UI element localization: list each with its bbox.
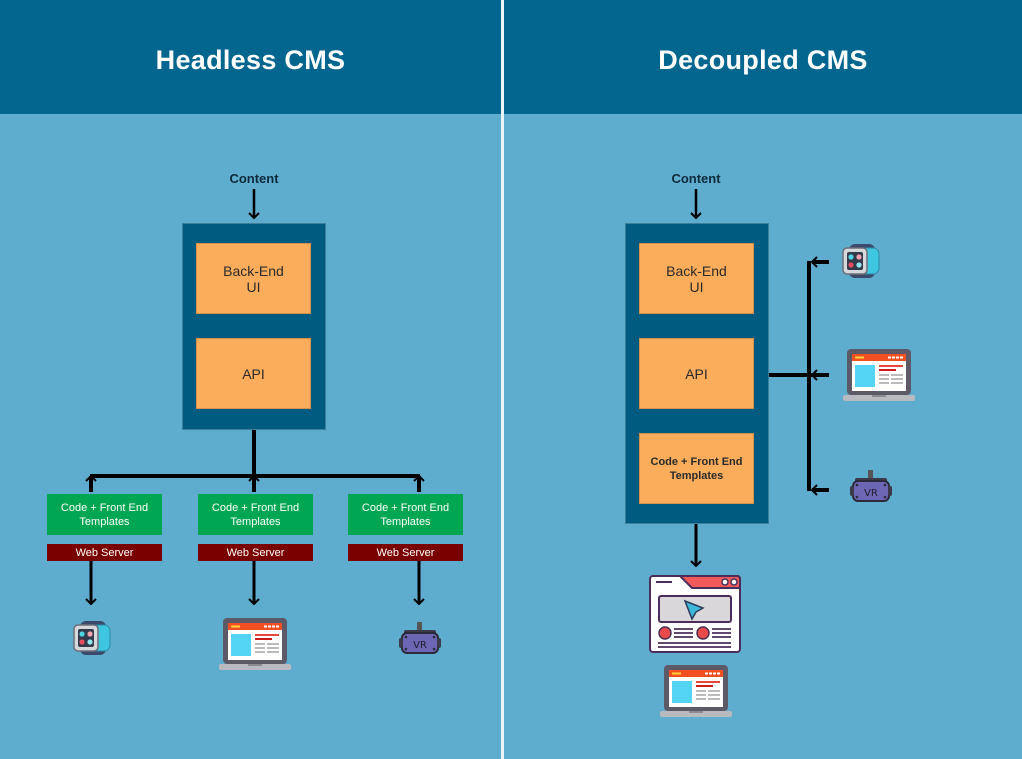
smartwatch-icon <box>842 244 880 278</box>
headless-api-label: API <box>242 365 265 382</box>
code-box-line1: Code + Front End <box>211 501 300 514</box>
decoupled-backend-line2: UI <box>689 278 704 295</box>
code-box-line1: Code + Front End <box>361 501 450 514</box>
headless-backend-ui-box: Back-End UI <box>196 243 311 314</box>
headless-web-server-1: Web Server <box>47 544 162 561</box>
code-box-line1: Code + Front End <box>60 501 149 514</box>
code-box-line2: Templates <box>380 515 431 528</box>
decoupled-templates-box: Code + Front End Templates <box>639 433 754 504</box>
decoupled-api-box: API <box>639 338 754 409</box>
headless-web-server-2: Web Server <box>198 544 313 561</box>
headless-content-label: Content <box>229 171 279 186</box>
vr-label: VR <box>413 640 427 651</box>
headless-backend-line2: UI <box>246 278 261 295</box>
decoupled-backend-line1: Back-End <box>666 262 727 279</box>
code-box-line2: Templates <box>79 515 130 528</box>
headless-code-box-2: Code + Front End Templates <box>198 494 313 535</box>
headless-backend-line1: Back-End <box>223 262 284 279</box>
smartwatch-icon <box>73 621 111 655</box>
decoupled-backend-ui-box: Back-End UI <box>639 243 754 314</box>
code-box-line2: Templates <box>230 515 281 528</box>
web-page-icon <box>649 575 741 653</box>
laptop-icon <box>660 665 732 717</box>
decoupled-templates-line2: Templates <box>669 469 724 482</box>
laptop-icon <box>219 618 291 670</box>
headless-code-box-1: Code + Front End Templates <box>47 494 162 535</box>
decoupled-api-label: API <box>685 365 708 382</box>
laptop-icon <box>843 349 915 401</box>
headless-code-box-3: Code + Front End Templates <box>348 494 463 535</box>
vr-headset-icon: VR <box>850 470 892 502</box>
decoupled-templates-line1: Code + Front End <box>650 455 743 468</box>
decoupled-content-label: Content <box>671 171 721 186</box>
vr-label: VR <box>864 488 878 499</box>
vr-headset-icon: VR <box>399 622 441 654</box>
headless-web-server-3: Web Server <box>348 544 463 561</box>
headless-api-box: API <box>196 338 311 409</box>
